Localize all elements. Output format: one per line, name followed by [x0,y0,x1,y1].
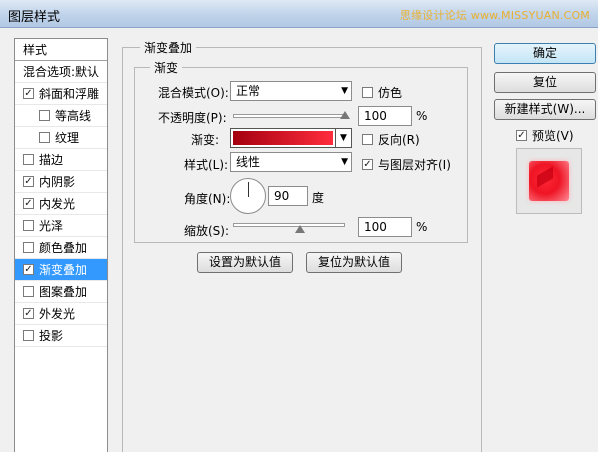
style-item-label: 图案叠加 [39,285,88,299]
style-list-header: 样式 [15,39,107,61]
opacity-slider-thumb[interactable] [340,111,350,119]
chevron-down-icon: ▼ [341,157,348,167]
preview-swatch [529,161,569,201]
style-item-label: 光泽 [39,219,64,233]
preview-label: 预览(V) [532,129,574,143]
subgroup-title: 渐变 [150,59,183,76]
panel-title: 渐变叠加 [140,39,197,56]
preview-checkbox[interactable]: ✓ 预览(V) [516,127,574,144]
watermark: 思缘设计论坛 www.MISSYUAN.COM [399,9,590,22]
style-list-item[interactable]: 图案叠加 [15,281,107,303]
style-list: 样式 混合选项:默认 ✓ 斜面和浮雕等高线纹理描边 ✓ 内阴影 ✓ 内发光光泽颜色叠加 ✓ 渐变… [14,38,108,452]
blend-mode-select[interactable]: 正常 ▼ [230,81,352,101]
style-item-label: 外发光 [39,307,76,321]
style-item-checkbox[interactable] [39,132,50,143]
title-bar: 图层样式 思缘设计论坛 www.MISSYUAN.COM [0,0,598,28]
set-default-button[interactable]: 设置为默认值 [197,252,293,273]
style-list-item[interactable]: 混合选项:默认 [15,61,107,83]
style-list-item[interactable]: ✓ 内发光 [15,193,107,215]
gradient-label: 渐变: [191,133,220,147]
angle-label: 角度(N): [184,192,231,206]
style-list-item[interactable]: ✓ 斜面和浮雕 [15,83,107,105]
style-item-checkbox[interactable]: ✓ [23,88,34,99]
style-item-checkbox[interactable] [23,286,34,297]
window-title: 图层样式 [8,10,61,25]
angle-dial-needle [248,182,249,197]
new-style-button[interactable]: 新建样式(W)... [494,99,596,120]
scale-input[interactable]: 100 [358,217,412,237]
style-list-item[interactable]: ✓ 外发光 [15,303,107,325]
style-item-label: 描边 [39,153,64,167]
style-item-checkbox[interactable] [23,330,34,341]
reverse-label: 反向(R) [378,133,420,147]
style-item-label: 等高线 [55,109,92,123]
style-select[interactable]: 线性 ▼ [230,152,352,172]
align-layer-label: 与图层对齐(I) [378,158,451,172]
gradient-preview[interactable] [233,131,333,145]
angle-unit: 度 [312,191,325,205]
scale-label: 缩放(S): [184,224,230,238]
scale-slider-track[interactable] [233,223,345,227]
scale-unit: % [416,220,428,234]
dither-check[interactable] [362,87,373,98]
style-item-label: 投影 [39,329,64,343]
style-list-item[interactable]: 描边 [15,149,107,171]
style-item-label: 纹理 [55,131,80,145]
opacity-label: 不透明度(P): [158,111,227,125]
style-list-item[interactable]: 投影 [15,325,107,347]
align-layer-checkbox[interactable]: ✓ 与图层对齐(I) [362,156,451,173]
reset-default-button[interactable]: 复位为默认值 [306,252,402,273]
style-item-checkbox[interactable]: ✓ [23,176,34,187]
style-preview [516,148,582,214]
blend-mode-label: 混合模式(O): [158,86,229,100]
style-item-label: 斜面和浮雕 [39,87,100,101]
preview-check[interactable]: ✓ [516,130,527,141]
style-list-item[interactable]: ✓ 内阴影 [15,171,107,193]
gradient-picker[interactable]: ▼ [230,128,352,148]
style-item-checkbox[interactable] [23,220,34,231]
chevron-down-icon: ▼ [341,86,348,96]
style-list-item[interactable]: 颜色叠加 [15,237,107,259]
style-label: 样式(L): [184,158,229,172]
reverse-checkbox[interactable]: 反向(R) [362,131,420,148]
style-value: 线性 [236,155,261,169]
angle-dial[interactable] [230,178,266,214]
reverse-check[interactable] [362,134,373,145]
style-item-label: 渐变叠加 [39,263,88,277]
style-item-checkbox[interactable]: ✓ [23,308,34,319]
angle-input[interactable]: 90 [268,186,308,206]
opacity-unit: % [416,109,428,123]
style-item-label: 混合选项:默认 [23,65,100,79]
style-list-item[interactable]: 纹理 [15,127,107,149]
opacity-slider-track[interactable] [233,114,345,118]
style-item-label: 颜色叠加 [39,241,88,255]
style-item-label: 内阴影 [39,175,76,189]
style-item-checkbox[interactable]: ✓ [23,198,34,209]
style-item-checkbox[interactable] [39,110,50,121]
scale-slider-thumb[interactable] [295,225,306,233]
reset-button[interactable]: 复位 [494,72,596,93]
style-item-checkbox[interactable] [23,154,34,165]
style-item-checkbox[interactable]: ✓ [23,264,34,275]
opacity-input[interactable]: 100 [358,106,412,126]
dither-label: 仿色 [378,86,403,100]
style-list-item[interactable]: 光泽 [15,215,107,237]
align-layer-check[interactable]: ✓ [362,159,373,170]
style-item-label: 内发光 [39,197,76,211]
style-item-checkbox[interactable] [23,242,34,253]
style-list-item[interactable]: ✓ 渐变叠加 [15,259,107,281]
ok-button[interactable]: 确定 [494,43,596,64]
dither-checkbox[interactable]: 仿色 [362,84,402,101]
style-list-item[interactable]: 等高线 [15,105,107,127]
blend-mode-value: 正常 [236,84,261,98]
gradient-dropdown-icon[interactable]: ▼ [335,129,351,147]
